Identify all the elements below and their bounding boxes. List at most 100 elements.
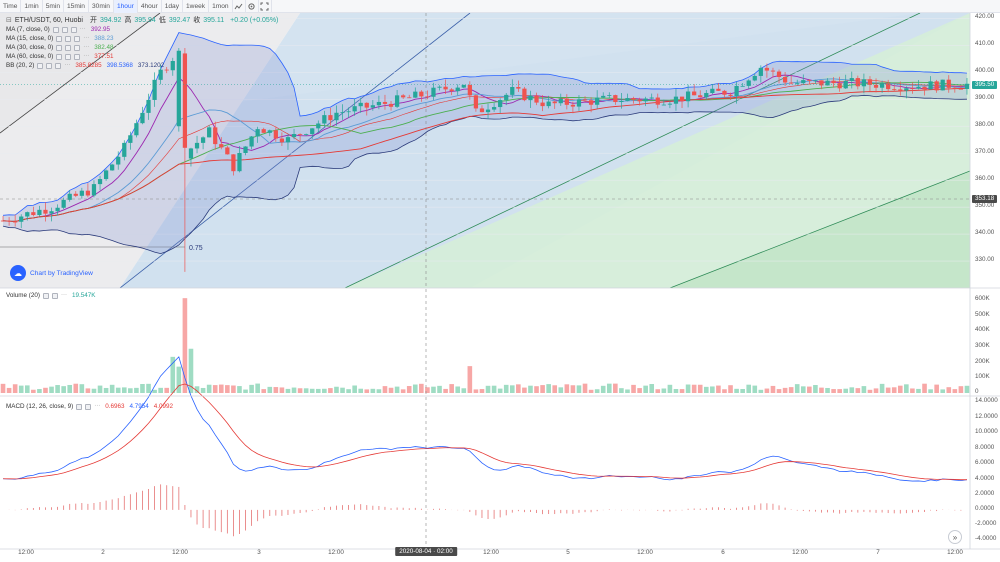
candle-body xyxy=(401,95,406,98)
double-chevron-right-icon: » xyxy=(952,532,958,542)
close-icon[interactable] xyxy=(74,53,81,60)
candle-body xyxy=(364,102,369,108)
interval-1mon[interactable]: 1mon xyxy=(209,0,233,13)
volume-bar xyxy=(115,387,121,393)
settings-icon[interactable] xyxy=(51,292,58,299)
volume-legend-row[interactable]: Volume (20) ··· 19.547K xyxy=(6,291,95,300)
eye-icon[interactable] xyxy=(52,26,59,33)
time-tick: 12:00 xyxy=(18,549,34,556)
high-value: 395.94 xyxy=(134,17,156,24)
close-icon[interactable] xyxy=(55,62,62,69)
interval-1min[interactable]: 1min xyxy=(21,0,43,13)
interval-1week[interactable]: 1week xyxy=(183,0,210,13)
candle-body xyxy=(37,209,42,216)
candle-body xyxy=(837,83,842,89)
candle-body xyxy=(55,207,60,212)
volume-bar xyxy=(734,388,739,393)
interval-15min[interactable]: 15min xyxy=(64,0,89,13)
indicator-row-ma15[interactable]: MA (15, close, 0) ··· 388.23 xyxy=(6,34,278,43)
collapse-icon[interactable]: ⊟ xyxy=(6,16,12,25)
settings-icon[interactable] xyxy=(46,62,53,69)
volume-bar xyxy=(128,388,133,393)
candle-body xyxy=(297,134,303,135)
candle-body xyxy=(382,101,388,104)
trading-chart-app: Time 1min 5min 15min 30min 1hour 4hour 1… xyxy=(0,0,1000,562)
candle-body xyxy=(352,106,357,112)
eye-icon[interactable] xyxy=(56,53,63,60)
eye-icon[interactable] xyxy=(42,292,49,299)
time-tick: 12:00 xyxy=(483,549,499,556)
indicator-icon[interactable] xyxy=(233,0,246,13)
volume-bar xyxy=(37,389,42,393)
indicator-row-ma7[interactable]: MA (7, close, 0) ··· 392.95 xyxy=(6,25,278,34)
settings-icon[interactable] xyxy=(85,403,92,410)
tradingview-attribution[interactable]: ☁ Chart by TradingView xyxy=(10,265,93,281)
time-tick: 6 xyxy=(721,549,725,556)
settings-icon[interactable] xyxy=(246,0,259,13)
open-value: 394.92 xyxy=(99,17,122,24)
fullscreen-icon[interactable] xyxy=(259,0,272,13)
volume-bar xyxy=(740,388,745,393)
volume-bar xyxy=(782,387,788,393)
interval-1day[interactable]: 1day xyxy=(162,0,184,13)
more-icon[interactable]: ··· xyxy=(83,34,89,43)
volume-bar xyxy=(776,389,782,393)
volume-pane xyxy=(0,298,970,393)
volume-bar xyxy=(503,384,509,393)
volume-bar xyxy=(388,387,394,393)
more-icon[interactable]: ··· xyxy=(61,291,67,300)
volume-bar xyxy=(800,386,806,393)
more-icon[interactable]: ··· xyxy=(80,25,86,34)
eye-icon[interactable] xyxy=(56,35,63,42)
volume-bar xyxy=(431,386,436,393)
candle-body xyxy=(431,87,436,97)
interval-30min[interactable]: 30min xyxy=(89,0,114,13)
candle-body xyxy=(273,130,278,139)
more-icon[interactable]: ··· xyxy=(83,43,89,52)
volume-bar xyxy=(31,389,36,393)
time-tick: 12:00 xyxy=(328,549,344,556)
close-icon[interactable] xyxy=(74,35,81,42)
settings-icon[interactable] xyxy=(65,44,72,51)
indicator-row-ma30[interactable]: MA (30, close, 0) ··· 382.48 xyxy=(6,43,278,52)
volume-bar xyxy=(73,383,79,393)
volume-bar xyxy=(419,383,424,393)
volume-bar xyxy=(722,389,727,393)
more-icon[interactable]: ··· xyxy=(64,61,70,70)
candle-body xyxy=(740,85,745,87)
volume-bar xyxy=(79,384,85,393)
candle-body xyxy=(813,80,818,82)
eye-icon[interactable] xyxy=(56,44,63,51)
more-icon[interactable]: ··· xyxy=(94,402,100,411)
volume-bar xyxy=(649,384,655,393)
candle-body xyxy=(146,99,151,113)
candle-body xyxy=(376,101,382,106)
macd-legend-row[interactable]: MACD (12, 26, close, 9) ··· 0.6963 4.795… xyxy=(6,402,173,411)
indicator-row-bb[interactable]: BB (20, 2) ··· 385.8285 398.5368 373.120… xyxy=(6,61,278,70)
volume-bar xyxy=(218,384,224,393)
main-legend: ⊟ ETH/USDT, 60, Huobi 开 394.92 高 395.94 … xyxy=(6,16,278,70)
settings-icon[interactable] xyxy=(65,53,72,60)
indicator-row-ma60[interactable]: MA (60, close, 0) ··· 377.51 xyxy=(6,52,278,61)
volume-bar xyxy=(146,383,151,393)
settings-icon[interactable] xyxy=(61,26,68,33)
candle-body xyxy=(388,103,394,107)
scroll-to-realtime-button[interactable]: » xyxy=(948,530,962,544)
eye-icon[interactable] xyxy=(37,62,44,69)
eye-icon[interactable] xyxy=(76,403,83,410)
close-icon[interactable] xyxy=(74,44,81,51)
interval-time[interactable]: Time xyxy=(0,0,22,13)
candle-body xyxy=(243,146,248,153)
volume-bar xyxy=(964,385,970,393)
macd-tick: 2.0000 xyxy=(975,490,995,497)
more-icon[interactable]: ··· xyxy=(83,52,89,61)
volume-bar xyxy=(855,388,861,393)
chart-canvas[interactable] xyxy=(0,13,1000,562)
volume-bar xyxy=(461,388,467,393)
close-icon[interactable] xyxy=(70,26,77,33)
settings-icon[interactable] xyxy=(65,35,72,42)
interval-5min[interactable]: 5min xyxy=(43,0,65,13)
interval-1hour[interactable]: 1hour xyxy=(113,0,138,13)
volume-bar xyxy=(97,385,103,393)
interval-4hour[interactable]: 4hour xyxy=(138,0,162,13)
